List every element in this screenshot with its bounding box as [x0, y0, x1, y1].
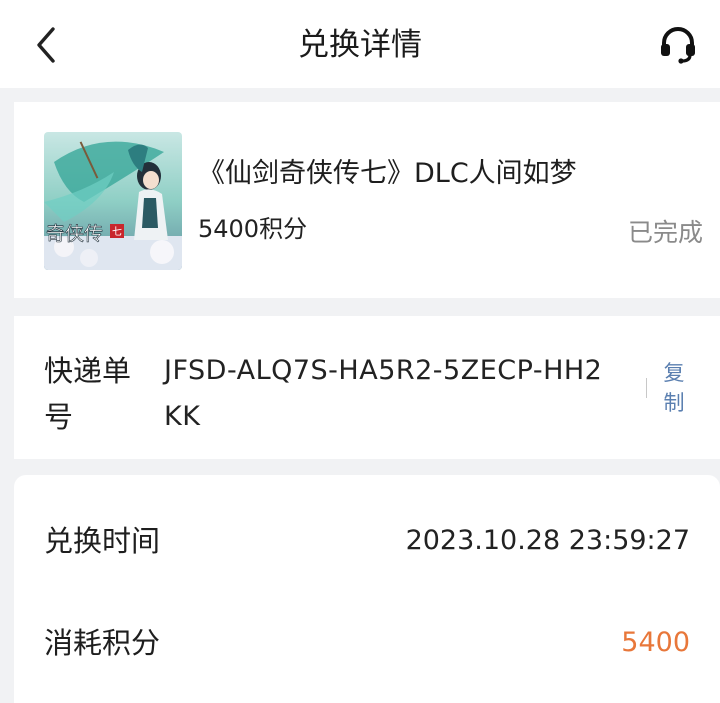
tracking-number-value: JFSD-ALQ7S-HA5R2-5ZECP-HH2KK	[164, 355, 603, 432]
customer-service-button[interactable]	[654, 22, 702, 68]
tracking-number-label: 快递单号	[44, 354, 132, 434]
product-price: 5400积分	[198, 215, 308, 243]
points-row: 消耗积分 5400	[14, 615, 720, 671]
exchange-time-value: 2023.10.28 23:59:27	[405, 525, 690, 556]
product-card[interactable]: 奇侠传 七 《仙剑奇侠传七》DLC人间如梦 5400积分 已完成	[14, 102, 720, 298]
exchange-time-label: 兑换时间	[44, 524, 161, 558]
page-title: 兑换详情	[298, 27, 422, 63]
points-value: 5400	[621, 627, 690, 658]
tracking-card: 快递单号 JFSD-ALQ7S-HA5R2-5ZECP-HH2KK 复制	[14, 316, 720, 459]
divider	[646, 378, 647, 398]
order-status: 已完成	[627, 218, 703, 247]
svg-text:奇侠传: 奇侠传	[46, 223, 103, 245]
exchange-time-row: 兑换时间 2023.10.28 23:59:27	[14, 513, 720, 569]
headset-icon	[661, 27, 695, 64]
points-label: 消耗积分	[44, 626, 161, 660]
product-thumbnail: 奇侠传 七	[44, 132, 182, 270]
copy-button[interactable]: 复制	[662, 358, 686, 418]
top-nav-bar: 兑换详情	[0, 0, 720, 88]
exchange-info-card: 兑换时间 2023.10.28 23:59:27 消耗积分 5400	[14, 475, 720, 703]
product-name: 《仙剑奇侠传七》DLC人间如梦	[198, 158, 577, 189]
svg-text:七: 七	[112, 226, 122, 238]
